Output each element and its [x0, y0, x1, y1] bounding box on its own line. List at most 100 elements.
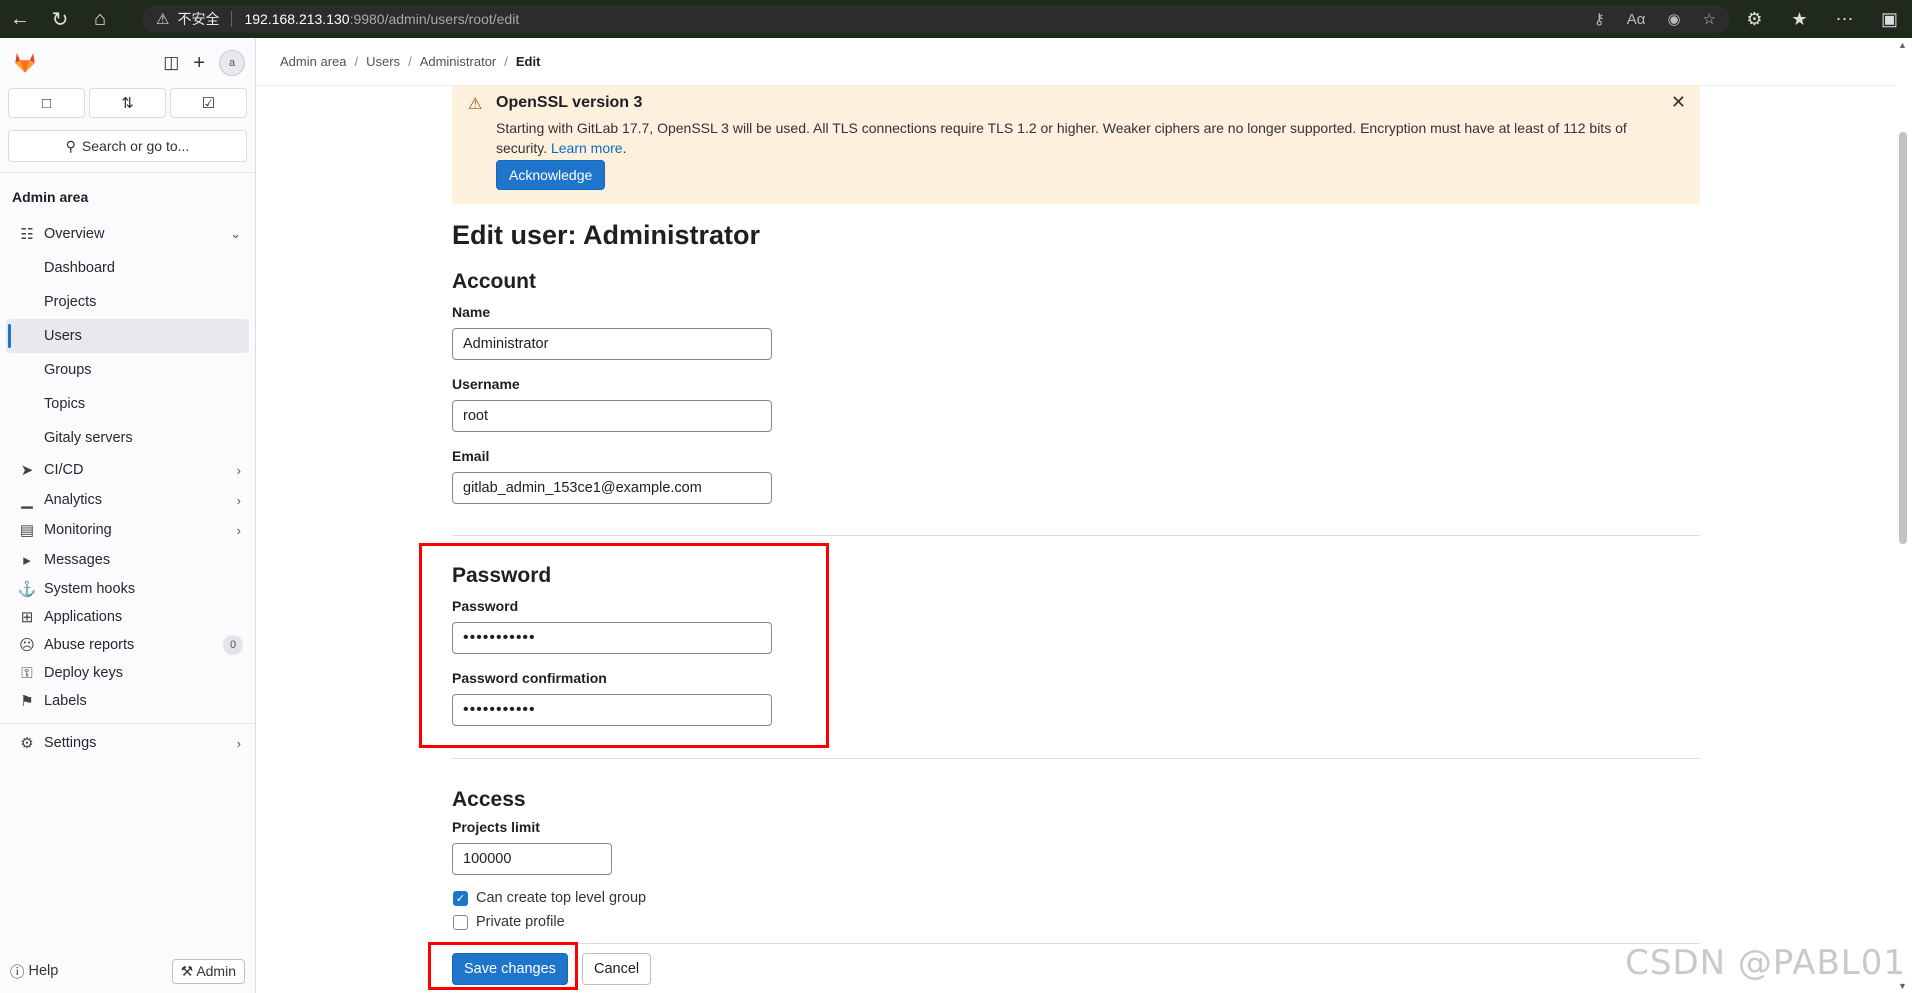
sidebar-item-cicd[interactable]: ➤ CI/CD › — [0, 455, 255, 485]
alert-title: OpenSSL version 3 — [496, 94, 643, 111]
sidebar-item-overview[interactable]: ☷ Overview ⌄ — [0, 217, 255, 251]
scroll-up-icon[interactable]: ▲ — [1898, 40, 1907, 50]
abuse-icon: ☹ — [19, 637, 35, 654]
applications-icon: ⊞ — [20, 609, 34, 626]
more-menu-icon[interactable]: ⋯ — [1822, 9, 1867, 30]
extensions-icon[interactable]: ⚙ — [1732, 9, 1777, 30]
openssl-alert: ⚠ OpenSSL version 3 Starting with GitLab… — [452, 86, 1700, 204]
gear-icon: ⚙ — [20, 735, 34, 752]
email-input[interactable]: gitlab_admin_153ce1@example.com — [452, 472, 772, 504]
sidebar-item-label: Deploy keys — [44, 665, 123, 681]
sidebar-item-abuse-reports[interactable]: ☹ Abuse reports 0 — [0, 631, 255, 659]
sidebar: ◫ + a □ ⇅ ☑ ⚲ Search or go to... Admin a… — [0, 38, 256, 993]
admin-button[interactable]: ⚒ Admin — [171, 958, 245, 984]
main-content: Admin area / Users / Administrator / Edi… — [256, 38, 1894, 993]
footer-divider — [452, 943, 1700, 944]
extension-status-icon[interactable]: ◉ — [1667, 10, 1680, 28]
sidebar-item-projects[interactable]: Projects — [0, 285, 255, 319]
scrollbar-thumb[interactable] — [1899, 132, 1907, 544]
help-icon: ⓘ — [10, 964, 25, 981]
insecure-label: 不安全 — [177, 11, 220, 27]
sidebar-item-users[interactable]: Users — [6, 319, 249, 353]
breadcrumb-administrator[interactable]: Administrator — [420, 54, 497, 69]
checkbox-checked-icon[interactable]: ✓ — [453, 890, 468, 906]
sidebar-item-topics[interactable]: Topics — [0, 387, 255, 421]
can-create-group-label: Can create top level group — [476, 890, 647, 906]
page-scrollbar[interactable]: ▲ ▼ — [1894, 38, 1912, 993]
watermark: CSDN @PABL01 — [1625, 943, 1906, 983]
todos-counter-button[interactable]: ☑ — [170, 88, 247, 118]
sidebar-item-label: Monitoring — [44, 522, 112, 538]
close-icon[interactable]: ✕ — [1671, 92, 1686, 113]
rocket-icon: ➤ — [20, 462, 34, 479]
sidebar-item-labels[interactable]: ⚑ Labels — [0, 687, 255, 715]
sidebar-item-deploy-keys[interactable]: ⚿ Deploy keys — [0, 659, 255, 687]
sidebar-item-settings[interactable]: ⚙ Settings › — [0, 724, 255, 762]
save-highlight-box — [428, 942, 578, 990]
sidebar-item-messages[interactable]: ▸ Messages — [0, 545, 255, 575]
create-new-icon[interactable]: + — [193, 52, 205, 75]
merge-request-icon: ⇅ — [121, 95, 134, 112]
projects-limit-label: Projects limit — [452, 819, 540, 835]
projects-limit-input[interactable]: 100000 — [452, 843, 612, 875]
help-button[interactable]: ⓘ Help — [10, 961, 58, 982]
username-input[interactable]: root — [452, 400, 772, 432]
learn-more-link[interactable]: Learn more — [551, 140, 623, 156]
password-highlight-box — [419, 543, 829, 748]
back-icon[interactable]: ← — [0, 0, 40, 38]
search-label: Search or go to... — [81, 138, 190, 154]
sidebar-item-label: Messages — [44, 552, 111, 568]
alert-period: . — [622, 140, 627, 156]
sidebar-section-title: Admin area — [12, 189, 89, 205]
toggle-sidebar-icon[interactable]: ◫ — [163, 53, 179, 73]
access-heading: Access — [452, 788, 526, 811]
search-button[interactable]: ⚲ Search or go to... — [8, 130, 247, 162]
chart-icon: ▁ — [21, 492, 33, 509]
breadcrumb-users[interactable]: Users — [366, 54, 400, 69]
sidebar-item-groups[interactable]: Groups — [0, 353, 255, 387]
alert-body-text: Starting with GitLab 17.7, OpenSSL 3 wil… — [496, 120, 1627, 156]
merge-requests-counter-button[interactable]: ⇅ — [89, 88, 166, 118]
sidebar-item-analytics[interactable]: ▁ Analytics › — [0, 485, 255, 515]
todo-icon: ☑ — [201, 95, 216, 112]
sidebar-item-system-hooks[interactable]: ⚓ System hooks — [0, 575, 255, 603]
favorites-icon[interactable]: ★ — [1777, 9, 1822, 30]
name-input[interactable]: Administrator — [452, 328, 772, 360]
url-host: 192.168.213.130 — [244, 11, 350, 27]
sidebar-item-dashboard[interactable]: Dashboard — [0, 251, 255, 285]
admin-label: Admin — [196, 962, 236, 979]
acknowledge-button[interactable]: Acknowledge — [496, 160, 606, 190]
url-path: :9980/admin/users/root/edit — [349, 11, 520, 27]
can-create-group-checkbox[interactable]: ✓ Can create top level group — [453, 890, 646, 906]
count-badge: 0 — [223, 635, 243, 655]
favorite-star-icon[interactable]: ☆ — [1703, 10, 1716, 28]
key-icon: ⚿ — [21, 664, 33, 682]
name-label: Name — [452, 304, 491, 320]
chevron-right-icon: › — [236, 492, 241, 508]
sidebar-item-applications[interactable]: ⊞ Applications — [0, 603, 255, 631]
translate-icon[interactable]: Aα — [1627, 11, 1646, 28]
breadcrumb-separator: / — [504, 54, 508, 69]
copilot-icon[interactable]: ▣ — [1867, 9, 1912, 30]
sidebar-item-label: Applications — [44, 609, 123, 625]
chevron-down-icon: ⌄ — [230, 226, 241, 241]
avatar-text: a — [228, 57, 236, 69]
address-bar[interactable]: ⚠ 不安全 192.168.213.130:9980/admin/users/r… — [142, 5, 1730, 33]
sidebar-item-monitoring[interactable]: ▤ Monitoring › — [0, 515, 255, 545]
breadcrumb-admin-area[interactable]: Admin area — [280, 54, 346, 69]
avatar[interactable]: a — [219, 50, 245, 76]
sidebar-item-label: CI/CD — [44, 462, 84, 478]
key-icon[interactable]: ⚷ — [1594, 10, 1605, 28]
home-icon[interactable]: ⌂ — [80, 0, 120, 38]
wrench-icon: ⚒ — [180, 962, 194, 979]
private-profile-checkbox[interactable]: Private profile — [453, 914, 565, 930]
cancel-button[interactable]: Cancel — [582, 953, 652, 985]
reload-icon[interactable]: ↻ — [40, 0, 80, 38]
gitlab-logo-icon[interactable] — [12, 49, 38, 75]
issues-icon: □ — [41, 94, 52, 112]
sidebar-item-label: Abuse reports — [44, 637, 135, 653]
checkbox-unchecked-icon[interactable] — [453, 914, 468, 930]
issues-counter-button[interactable]: □ — [8, 88, 85, 118]
sidebar-item-gitaly-servers[interactable]: Gitaly servers — [0, 421, 255, 455]
account-heading: Account — [452, 270, 536, 293]
